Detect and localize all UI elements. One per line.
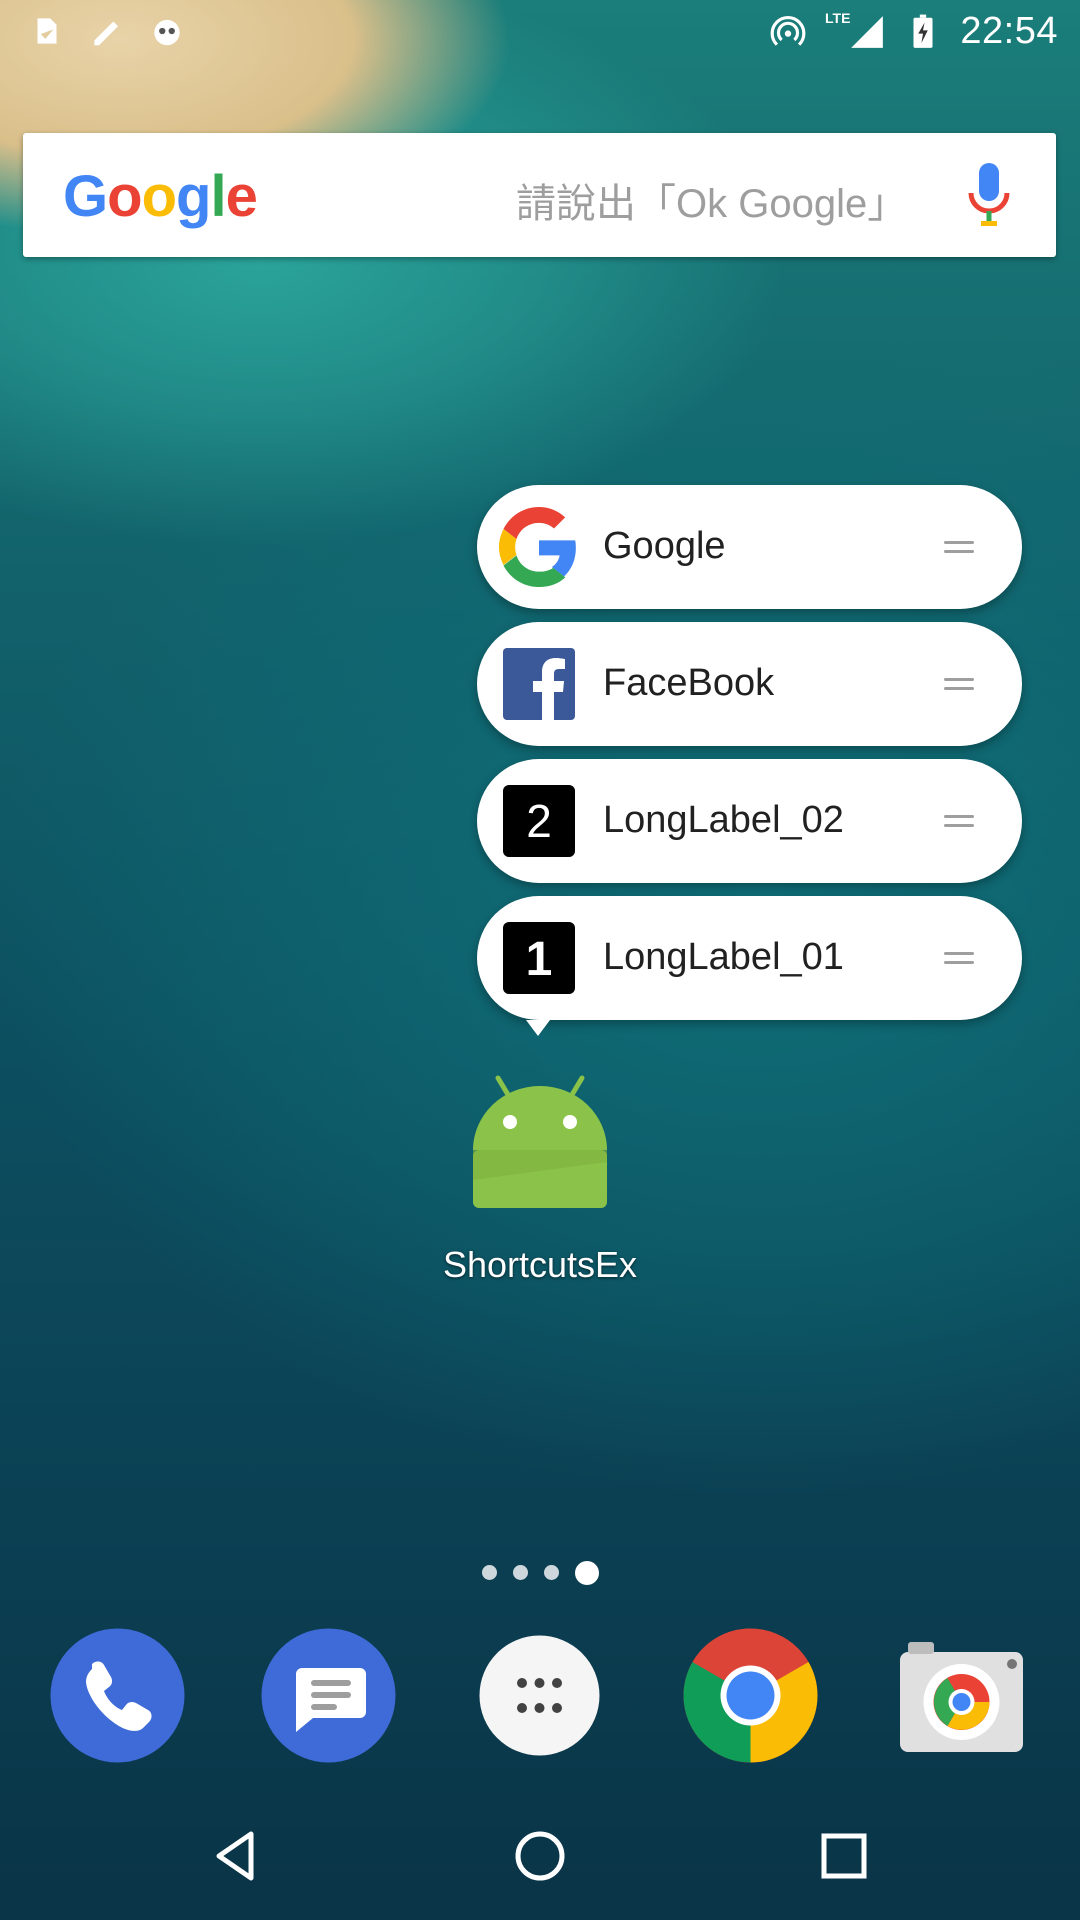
messages-icon[interactable] — [261, 1628, 396, 1763]
shortcut-longlabel-01[interactable]: 1 LongLabel_01 — [477, 896, 1022, 1020]
app-drawer-icon[interactable] — [472, 1628, 607, 1763]
battery-charging-icon — [913, 14, 933, 48]
page-dot[interactable] — [512, 1565, 528, 1580]
drag-handle-icon[interactable] — [944, 815, 974, 827]
phone-icon[interactable] — [50, 1628, 185, 1763]
notification-icons — [28, 12, 186, 50]
app-label[interactable]: ShortcutsEx — [0, 1244, 1080, 1286]
mic-icon[interactable] — [964, 161, 1014, 231]
signal-icon — [851, 15, 884, 48]
page-dot[interactable] — [481, 1565, 497, 1580]
page-dot-active[interactable] — [574, 1561, 599, 1585]
shortcut-google[interactable]: Google — [477, 485, 1022, 609]
chrome-icon[interactable] — [683, 1628, 818, 1763]
number-2-icon: 2 — [503, 785, 575, 857]
status-bar: LTE 22:54 — [0, 0, 1080, 64]
navigation-bar — [0, 1794, 1080, 1920]
drag-handle-icon[interactable] — [944, 952, 974, 964]
android-icon[interactable] — [470, 1070, 610, 1210]
number-1-icon: 1 — [503, 922, 575, 994]
svg-text:2: 2 — [526, 795, 552, 847]
hotspot-icon — [770, 15, 806, 46]
status-icons: LTE 22:54 — [769, 10, 1058, 53]
home-icon[interactable] — [508, 1824, 572, 1888]
camera-icon[interactable] — [894, 1628, 1029, 1763]
shortcut-label: LongLabel_01 — [603, 936, 844, 978]
page-dot[interactable] — [543, 1565, 559, 1580]
drag-handle-icon[interactable] — [944, 678, 974, 690]
notification-icon-3 — [154, 19, 180, 46]
facebook-icon — [503, 648, 575, 720]
notification-icon-2 — [94, 21, 119, 46]
page-indicator — [0, 1561, 1080, 1585]
notification-icon-1 — [37, 18, 57, 44]
back-icon[interactable] — [205, 1824, 269, 1888]
shortcut-facebook[interactable]: FaceBook — [477, 622, 1022, 746]
google-g-icon — [499, 507, 576, 587]
google-search-bar[interactable]: Google 請說出「Ok Google」 — [23, 133, 1056, 257]
shortcut-label: LongLabel_02 — [603, 799, 844, 841]
network-type: LTE — [825, 9, 851, 26]
search-hint: 請說出「Ok Google」 — [516, 182, 908, 226]
svg-text:1: 1 — [526, 933, 553, 986]
shortcut-label: FaceBook — [603, 662, 775, 704]
shortcut-label: Google — [603, 525, 726, 567]
shortcut-longlabel-02[interactable]: 2 LongLabel_02 — [477, 759, 1022, 883]
google-logo: Google — [63, 164, 258, 229]
recents-icon[interactable] — [812, 1824, 876, 1888]
popup-pointer — [526, 1020, 550, 1036]
drag-handle-icon[interactable] — [944, 541, 974, 553]
clock: 22:54 — [960, 10, 1058, 52]
